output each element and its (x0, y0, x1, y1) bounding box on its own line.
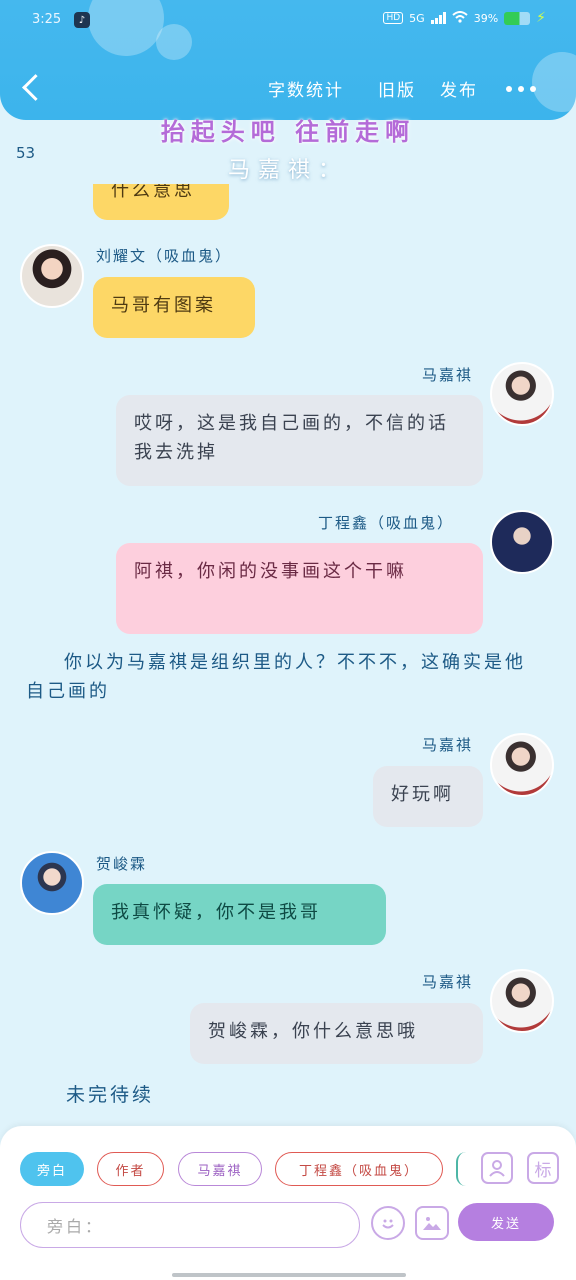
wifi-icon (452, 10, 468, 26)
speaker-name: 贺峻霖 (96, 855, 148, 873)
role-narrator-chip[interactable]: 旁白 (20, 1152, 84, 1186)
to-be-continued-text: 未完待续 (66, 1084, 155, 1106)
send-button[interactable]: 发送 (458, 1203, 554, 1241)
home-indicator[interactable] (172, 1273, 406, 1277)
person-icon[interactable] (481, 1152, 513, 1184)
back-chevron-icon[interactable] (18, 70, 48, 106)
message-bubble: 好玩啊 (373, 766, 483, 827)
message-bubble: 阿祺，你闲的没事画这个干嘛 (116, 543, 483, 634)
message-input[interactable]: 旁白： (20, 1202, 360, 1248)
hd-badge: HD (383, 12, 404, 24)
decorative-bubble (532, 52, 576, 112)
tag-icon[interactable]: 标 (527, 1152, 559, 1184)
message-text: 贺峻霖，你什么意思哦 (208, 1021, 418, 1042)
speaker-name: 马嘉祺 (422, 973, 474, 991)
avatar-ma-jiaqi[interactable] (490, 969, 554, 1033)
role-chip-partial[interactable] (456, 1152, 466, 1186)
message-bubble: 我真怀疑，你不是我哥 (93, 884, 386, 945)
role-author-chip[interactable]: 作者 (97, 1152, 164, 1186)
word-count-button[interactable]: 字数统计 (268, 76, 344, 101)
status-time: 3:25 (32, 12, 62, 27)
message-text: 马哥有图案 (111, 295, 216, 316)
more-dots-icon[interactable] (506, 86, 536, 92)
header-bar: 3:25 ♪ HD 5G 39% ⚡ 字数统计 旧版 发布 (0, 0, 576, 120)
message-text: 什么意思 (111, 184, 195, 201)
speaker-name: 丁程鑫（吸血鬼） (318, 514, 455, 532)
speaker-name: 刘耀文（吸血鬼） (96, 247, 233, 265)
network-label: 5G (409, 11, 425, 25)
emoji-icon[interactable] (371, 1206, 405, 1240)
signal-icon (430, 12, 446, 24)
speaker-name: 马嘉祺 (422, 736, 474, 754)
role-ma-jiaqi-chip[interactable]: 马嘉祺 (178, 1152, 262, 1186)
message-text: 好玩啊 (391, 784, 454, 805)
message-bubble: 马哥有图案 (93, 277, 255, 338)
avatar-liu-yaowen[interactable] (20, 244, 84, 308)
app-notification-icon: ♪ (74, 12, 90, 28)
message-bubble: 哎呀，这是我自己画的，不信的话我去洗掉 (116, 395, 483, 486)
narration-text: 你以为马嘉祺是组织里的人？不不不，这确实是他自己画的 (26, 652, 526, 702)
battery-icon (504, 11, 531, 25)
avatar-ma-jiaqi[interactable] (490, 362, 554, 426)
message-bubble: 贺峻霖，你什么意思哦 (190, 1003, 483, 1064)
charging-icon: ⚡ (536, 10, 546, 26)
scrolled-speaker-label: 马嘉祺： (227, 158, 348, 183)
status-icons: HD 5G 39% ⚡ (383, 10, 546, 26)
avatar-ding-chengxin[interactable] (490, 510, 554, 574)
decorative-bubble (156, 24, 192, 60)
decorative-bubble (88, 0, 164, 56)
message-bubble: 什么意思 (93, 184, 229, 220)
message-text: 阿祺，你闲的没事画这个干嘛 (134, 561, 407, 582)
avatar-he-junlin[interactable] (20, 851, 84, 915)
old-version-button[interactable]: 旧版 (378, 76, 416, 101)
avatar-ma-jiaqi[interactable] (490, 733, 554, 797)
message-text: 哎呀，这是我自己画的，不信的话我去洗掉 (134, 413, 449, 463)
image-icon[interactable] (415, 1206, 449, 1240)
composer-panel: 旁白 作者 马嘉祺 丁程鑫（吸血鬼） 标 旁白： 发送 (0, 1126, 576, 1280)
speaker-name: 马嘉祺 (422, 366, 474, 384)
publish-button[interactable]: 发布 (440, 76, 478, 101)
message-text: 我真怀疑，你不是我哥 (111, 902, 321, 923)
role-ding-chengxin-chip[interactable]: 丁程鑫（吸血鬼） (275, 1152, 443, 1186)
chapter-title: 抬起头吧 往前走啊 (160, 118, 416, 146)
battery-percent: 39% (473, 11, 499, 25)
